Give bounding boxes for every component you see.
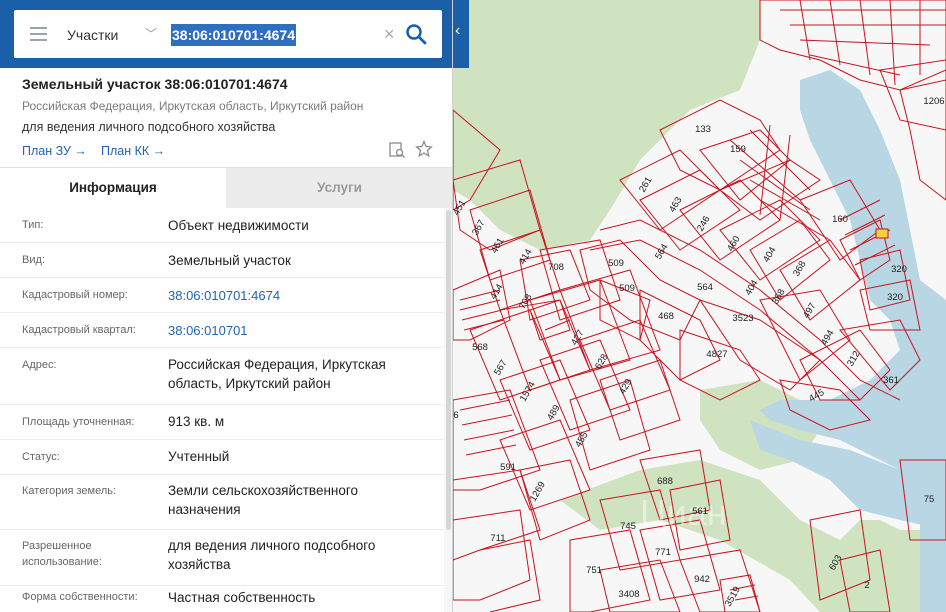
- info-label: Статус:: [22, 451, 60, 463]
- parcel-label: 688: [657, 476, 673, 487]
- parcel-label: 320: [891, 264, 907, 275]
- menu-icon[interactable]: [30, 27, 47, 41]
- parcel-label: 564: [697, 282, 713, 293]
- search-icon[interactable]: [404, 22, 428, 46]
- parcel-label: 711: [490, 533, 505, 544]
- parcel-label: 591: [500, 462, 516, 473]
- parcel-label: 2: [864, 580, 869, 591]
- collapse-panel-button[interactable]: ‹: [453, 0, 469, 68]
- info-value: Земли сельскохозяйственного назначения: [168, 483, 359, 517]
- parcel-label: 3523: [732, 313, 753, 324]
- parcel-label: 751: [586, 565, 602, 576]
- parcel-label: 361: [883, 375, 899, 386]
- parcel-label: 159: [730, 144, 746, 155]
- document-search-icon[interactable]: [388, 141, 406, 159]
- parcel-label: 745: [620, 521, 636, 532]
- search-input[interactable]: 38:06:010701:4674: [171, 24, 296, 46]
- info-label: Адрес:: [22, 359, 57, 371]
- info-label: Кадастровый номер:: [22, 289, 128, 301]
- info-value: для ведения личного подсобного хозяйства: [168, 538, 376, 572]
- info-label: Тип:: [22, 219, 44, 231]
- parcel-label: 320: [887, 292, 903, 303]
- object-use: для ведения личного подсобного хозяйства: [22, 120, 276, 134]
- info-label: Категория земель:: [22, 485, 117, 497]
- info-panel: Участки ﹀ 38:06:010701:4674 × Земельный …: [0, 0, 453, 612]
- parcel-label: 771: [655, 547, 671, 558]
- search-box: Участки ﹀ 38:06:010701:4674 ×: [14, 10, 442, 58]
- object-region: Российская Федерация, Иркутская область,…: [22, 99, 364, 113]
- info-row: Категория земель: Земли сельскохозяйстве…: [0, 475, 444, 530]
- parcel-label: 942: [694, 574, 710, 585]
- parcel-label: 4827: [706, 349, 727, 360]
- info-row: Кадастровый номер: 38:06:010701:4674: [0, 278, 444, 313]
- info-row: Площадь уточненная: 913 кв. м: [0, 405, 444, 440]
- watermark-logo: Циан: [640, 492, 727, 533]
- selected-parcel: [875, 228, 889, 239]
- info-value: Учтенный: [168, 449, 230, 464]
- parcel-label: 133: [695, 124, 711, 135]
- scrollbar[interactable]: [444, 208, 452, 612]
- parcel-label: 568: [472, 342, 488, 353]
- scrollbar-thumb[interactable]: [446, 210, 451, 530]
- parcel-label: 1206: [923, 96, 944, 107]
- cadastral-number-link[interactable]: 38:06:010701:4674: [168, 286, 430, 305]
- parcel-label: 6: [453, 410, 458, 421]
- info-row: Адрес: Российская Федерация, Иркутская о…: [0, 348, 444, 405]
- info-value: Земельный участок: [168, 253, 291, 268]
- tabs: Информация Услуги: [0, 168, 452, 208]
- parcel-label: 509: [619, 283, 635, 294]
- plan-zu-link[interactable]: План ЗУ →: [22, 144, 87, 158]
- parcel-label: 509: [608, 258, 624, 269]
- info-row: Кадастровый квартал: 38:06:010701: [0, 313, 444, 348]
- info-label: Кадастровый квартал:: [22, 324, 136, 336]
- info-row: Вид: Земельный участок: [0, 243, 444, 278]
- parcel-label: 708: [548, 262, 564, 273]
- cadastral-quarter-link[interactable]: 38:06:010701: [168, 321, 430, 340]
- info-label: Вид:: [22, 254, 45, 266]
- info-row: Разрешенное использование: для ведения л…: [0, 530, 444, 586]
- info-label: Форма собственности:: [22, 591, 138, 603]
- info-label: Разрешенное использование:: [22, 540, 102, 568]
- chevron-down-icon[interactable]: ﹀: [145, 24, 159, 44]
- chevron-left-icon: ‹: [455, 22, 461, 39]
- parcel-label: 468: [658, 311, 674, 322]
- plan-kk-link[interactable]: План КК →: [101, 144, 165, 158]
- info-list: Тип: Объект недвижимости Вид: Земельный …: [0, 208, 444, 612]
- clear-icon[interactable]: ×: [384, 24, 400, 44]
- object-title: Земельный участок 38:06:010701:4674: [22, 76, 288, 92]
- tab-services[interactable]: Услуги: [226, 168, 452, 208]
- info-value: Частная собственность: [168, 590, 316, 605]
- tab-info[interactable]: Информация: [0, 168, 226, 208]
- search-bar: Участки ﹀ 38:06:010701:4674 ×: [0, 0, 452, 68]
- info-value: 913 кв. м: [168, 414, 225, 429]
- info-row: Тип: Объект недвижимости: [0, 208, 444, 243]
- parcel-label: 75: [924, 494, 935, 505]
- info-label: Площадь уточненная:: [22, 416, 135, 428]
- parcel-label: 160: [832, 214, 848, 225]
- info-row: Статус: Учтенный: [0, 440, 444, 475]
- star-icon[interactable]: [415, 140, 433, 158]
- parcel-label: 561: [692, 506, 708, 517]
- parcel-label: 3408: [618, 589, 639, 600]
- object-header: Земельный участок 38:06:010701:4674 Росс…: [0, 68, 452, 168]
- info-value: Российская Федерация, Иркутская область,…: [168, 357, 386, 391]
- info-row: Форма собственности: Частная собственнос…: [0, 586, 444, 612]
- info-value: Объект недвижимости: [168, 218, 309, 233]
